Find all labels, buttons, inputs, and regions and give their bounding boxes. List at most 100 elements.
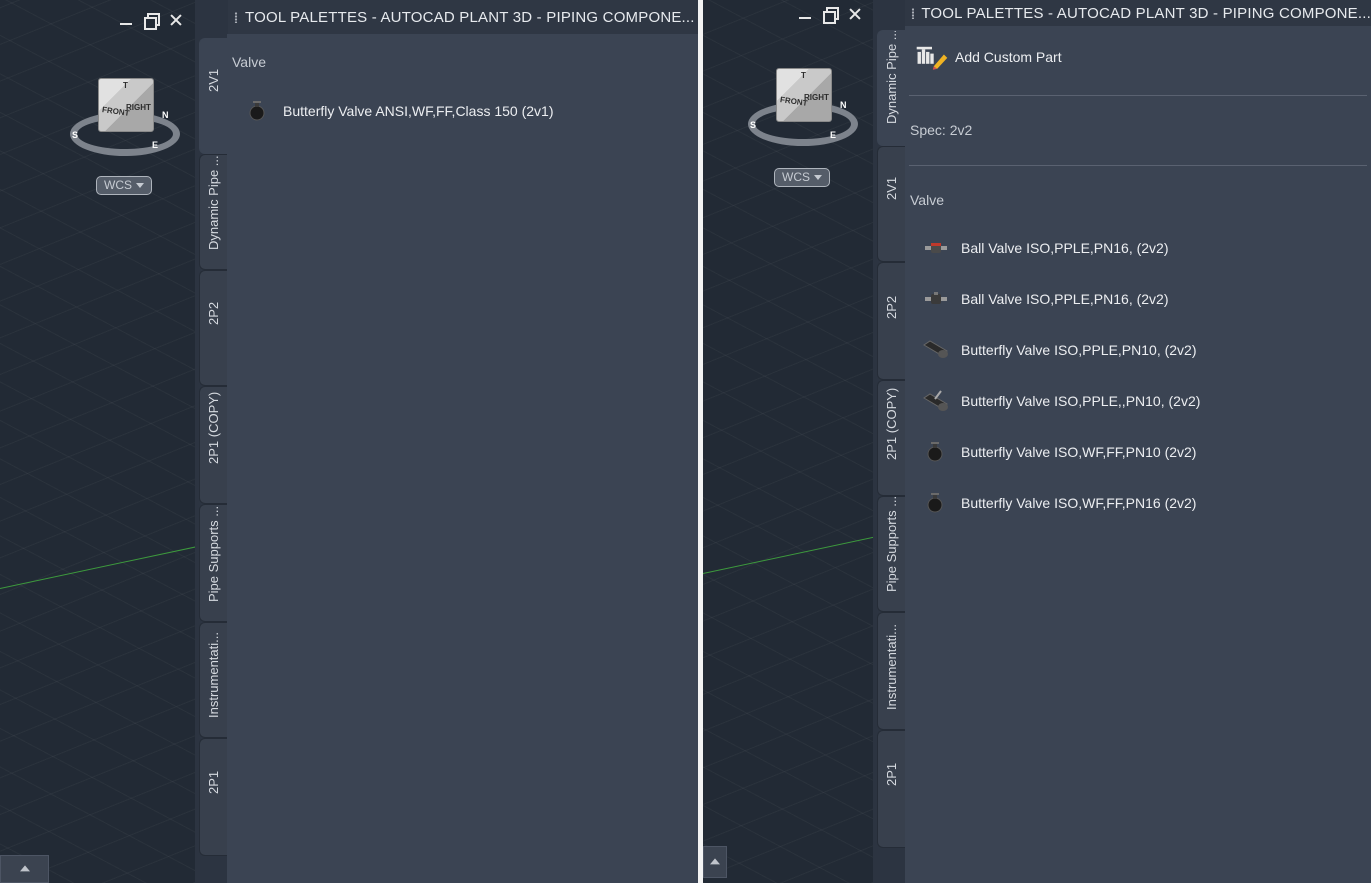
compass-south[interactable]: S [72,130,78,140]
butterfly-valve-lug-icon [919,337,953,363]
tool-item-label: Butterfly Valve ISO,WF,FF,PN16 (2v2) [961,495,1197,511]
tab-label: 2P2 [205,301,221,325]
minimize-icon[interactable] [118,12,134,28]
viewcube-top-face[interactable]: T [123,81,128,90]
butterfly-valve-wafer-icon [919,490,953,516]
tab-label: 2P1 [883,762,899,786]
palette-tabs: 2V1 Dynamic Pipe ... 2P2 2P1 (COPY) Pipe… [199,0,227,883]
wcs-label: WCS [782,170,810,184]
add-custom-part-label: Add Custom Part [955,49,1062,65]
viewcube-right-face[interactable]: RIGHT [126,103,151,112]
add-custom-part-icon [915,44,949,70]
chevron-down-icon [814,175,822,181]
close-icon[interactable] [847,6,863,22]
wcs-dropdown[interactable]: WCS [774,168,830,187]
palette-content: Valve Butterfly Valve ANSI,WF,FF,Class 1… [227,34,698,883]
tab-pipe-supports[interactable]: Pipe Supports ... [199,504,227,622]
tab-2v1[interactable]: 2V1 [877,146,905,262]
compass-east[interactable]: E [152,140,158,150]
x-axis-line [703,535,873,574]
restore-icon[interactable] [822,6,839,24]
wcs-dropdown[interactable]: WCS [96,176,152,195]
tab-dynamic-pipe[interactable]: Dynamic Pipe ... [877,30,905,146]
tool-item[interactable]: Butterfly Valve ISO,PPLE,PN10, (2v2) [919,333,1197,367]
chevron-down-icon [136,183,144,189]
arrow-up-icon [19,865,30,872]
scroll-up-button[interactable] [703,846,727,878]
viewcube[interactable]: T FRONT RIGHT S E N [68,72,188,162]
compass-north[interactable]: N [840,100,847,110]
palette-title: TOOL PALETTES - AUTOCAD PLANT 3D - PIPIN… [245,8,695,26]
tab-label: Instrumentati... [883,624,899,710]
butterfly-valve-wafer-icon [241,98,275,124]
palette-content: Add Custom Part Spec: 2v2 Valve Ball Val… [905,26,1371,883]
grip-handle-icon[interactable] [234,11,238,23]
viewport-window-controls [797,6,863,24]
tool-item[interactable]: Butterfly Valve ISO,PPLE,,PN10, (2v2) [919,384,1200,418]
tool-palette-left: TOOL PALETTES - AUTOCAD PLANT 3D - PIPIN… [195,0,698,883]
tab-label: 2V1 [883,176,899,200]
tab-label: Dynamic Pipe ... [205,155,221,250]
tool-item-label: Ball Valve ISO,PPLE,PN16, (2v2) [961,240,1169,256]
viewport-window-controls [118,12,184,30]
tab-label: Pipe Supports ... [883,496,899,592]
restore-icon[interactable] [143,12,160,30]
add-custom-part-button[interactable]: Add Custom Part [915,40,1062,74]
compass-east[interactable]: E [830,130,836,140]
drawing-viewport-left[interactable]: T FRONT RIGHT S E N WCS [0,0,195,883]
tool-item[interactable]: Butterfly Valve ISO,WF,FF,PN10 (2v2) [919,435,1196,469]
divider [909,95,1367,96]
palette-title-bar[interactable]: TOOL PALETTES - AUTOCAD PLANT 3D - PIPIN… [228,0,698,34]
tab-instrumentation[interactable]: Instrumentati... [877,612,905,730]
palette-title-bar[interactable]: TOOL PALETTES - AUTOCAD PLANT 3D - PIPIN… [905,0,1371,26]
viewcube-box[interactable]: T FRONT RIGHT [776,68,832,122]
ball-valve-red-icon [919,235,953,261]
tab-2v1[interactable]: 2V1 [199,38,227,154]
tool-palette-right: TOOL PALETTES - AUTOCAD PLANT 3D - PIPIN… [873,0,1371,883]
wcs-label: WCS [104,178,132,192]
tab-2p1-copy[interactable]: 2P1 (COPY) [877,380,905,496]
tool-item-label: Butterfly Valve ANSI,WF,FF,Class 150 (2v… [283,103,554,119]
tab-label: 2P1 (COPY) [205,391,221,464]
tab-2p1[interactable]: 2P1 [199,738,227,856]
close-icon[interactable] [168,12,184,28]
tab-label: Pipe Supports ... [205,505,221,602]
palette-title: TOOL PALETTES - AUTOCAD PLANT 3D - PIPIN… [921,4,1371,22]
butterfly-valve-lever-icon [919,388,953,414]
tab-2p2[interactable]: 2P2 [199,270,227,386]
grip-handle-icon[interactable] [911,7,915,19]
tool-item[interactable]: Ball Valve ISO,PPLE,PN16, (2v2) [919,231,1169,265]
tool-item[interactable]: Butterfly Valve ISO,WF,FF,PN16 (2v2) [919,486,1196,520]
scroll-up-button[interactable] [0,855,49,883]
viewcube-right-face[interactable]: RIGHT [804,93,829,102]
viewcube-box[interactable]: T FRONT RIGHT [98,78,154,132]
tab-label: Dynamic Pipe ... [883,30,899,124]
tab-label: 2P1 [205,770,221,794]
tool-item-label: Ball Valve ISO,PPLE,PN16, (2v2) [961,291,1169,307]
tool-item-label: Butterfly Valve ISO,WF,FF,PN10 (2v2) [961,444,1197,460]
viewcube-top-face[interactable]: T [801,71,806,80]
spec-label: Spec: 2v2 [910,122,973,138]
ball-valve-icon [919,286,953,312]
section-label-valve: Valve [232,54,266,70]
tab-instrumentation[interactable]: Instrumentati... [199,622,227,738]
tab-2p1[interactable]: 2P1 [877,730,905,848]
tab-2p2[interactable]: 2P2 [877,262,905,380]
tool-item[interactable]: Ball Valve ISO,PPLE,PN16, (2v2) [919,282,1169,316]
section-label-valve: Valve [910,192,944,208]
palette-tabs: Dynamic Pipe ... 2V1 2P2 2P1 (COPY) Pipe… [877,0,905,883]
tab-label: 2V1 [205,68,221,92]
tool-item-label: Butterfly Valve ISO,PPLE,PN10, (2v2) [961,342,1197,358]
tab-2p1-copy[interactable]: 2P1 (COPY) [199,386,227,504]
viewcube[interactable]: T FRONT RIGHT S E N [746,62,866,152]
tab-pipe-supports[interactable]: Pipe Supports ... [877,496,905,612]
minimize-icon[interactable] [797,6,813,22]
tool-item[interactable]: Butterfly Valve ANSI,WF,FF,Class 150 (2v… [241,94,554,128]
arrow-up-icon [710,858,720,865]
compass-south[interactable]: S [750,120,756,130]
drawing-viewport-right[interactable]: T FRONT RIGHT S E N WCS [703,0,873,883]
compass-north[interactable]: N [162,110,169,120]
tab-label: Instrumentati... [205,632,221,718]
butterfly-valve-wafer-icon [919,439,953,465]
tab-dynamic-pipe[interactable]: Dynamic Pipe ... [199,154,227,270]
